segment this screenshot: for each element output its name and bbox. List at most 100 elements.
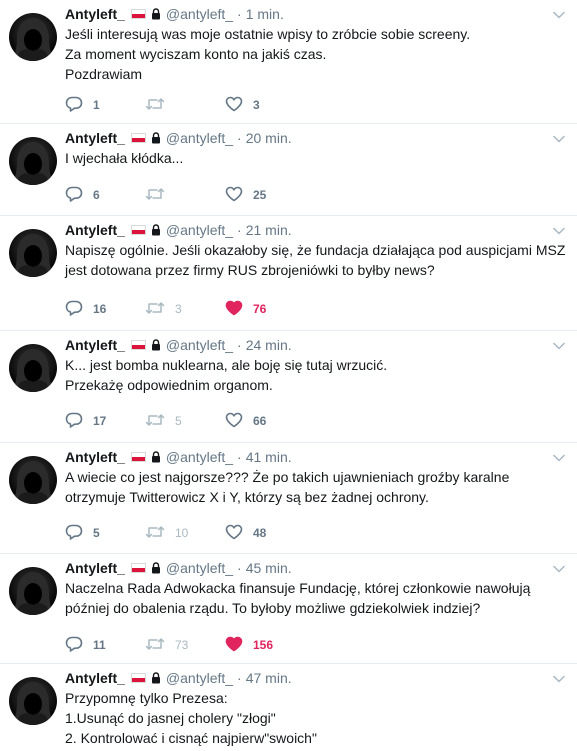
- reply-icon: [65, 186, 83, 205]
- retweet-button[interactable]: 10: [145, 524, 225, 542]
- account-name[interactable]: Antyleft_: [65, 130, 125, 146]
- tweet-actions: 5 10 48: [65, 524, 305, 542]
- retweet-icon: [145, 413, 165, 430]
- tweet-header: Antyleft_ @antyleft_ · 45 min.: [65, 558, 567, 578]
- retweet-button[interactable]: 5: [145, 412, 225, 430]
- like-button[interactable]: 66: [225, 412, 305, 430]
- poland-flag-icon: [130, 9, 146, 19]
- like-count: 76: [253, 302, 267, 316]
- like-button[interactable]: 76: [225, 300, 305, 318]
- retweet-button[interactable]: 73: [145, 636, 225, 654]
- retweet-icon: [145, 525, 165, 542]
- chevron-down-icon[interactable]: [553, 560, 565, 573]
- retweet-button[interactable]: 3: [145, 300, 225, 318]
- reply-button[interactable]: 11: [65, 636, 145, 654]
- heart-icon: [225, 412, 243, 431]
- reply-count: 16: [93, 302, 107, 316]
- retweet-button[interactable]: [145, 96, 225, 114]
- tweet-text-line: I wjechała kłódka...: [65, 150, 184, 166]
- tweet-timestamp[interactable]: 45 min.: [246, 560, 292, 576]
- chevron-down-icon[interactable]: [553, 222, 565, 235]
- account-handle[interactable]: @antyleft_: [166, 130, 233, 146]
- reply-button[interactable]: 5: [65, 524, 145, 542]
- tweet-timestamp[interactable]: 21 min.: [246, 222, 292, 238]
- account-name[interactable]: Antyleft_: [65, 670, 125, 686]
- account-handle[interactable]: @antyleft_: [166, 449, 233, 465]
- tweet-actions: 6 25: [65, 186, 305, 204]
- tweet-text-line: otrzymuje Twitterowicz X i Y, którzy są …: [65, 489, 429, 505]
- tweet-timestamp[interactable]: 1 min.: [246, 6, 284, 22]
- account-handle[interactable]: @antyleft_: [166, 670, 233, 686]
- lock-icon: [151, 672, 161, 684]
- reply-count: 11: [93, 638, 106, 652]
- account-name[interactable]: Antyleft_: [65, 6, 125, 22]
- tweet-content: Antyleft_ @antyleft_ · 21 min. Napiszę ogóln…: [65, 220, 567, 280]
- reply-count: 5: [93, 526, 100, 540]
- reply-button[interactable]: 6: [65, 186, 145, 204]
- reply-icon: [65, 300, 83, 319]
- tweet-content: Antyleft_ @antyleft_ · 20 min. I wjechała kł…: [65, 128, 567, 168]
- chevron-down-icon[interactable]: [553, 6, 565, 19]
- chevron-down-icon[interactable]: [553, 670, 565, 683]
- tweet-text-line: jest dotowana przez firmy RUS zbrojeniów…: [65, 262, 435, 278]
- reply-icon: [65, 636, 83, 655]
- heart-icon: [225, 186, 243, 205]
- like-count: 156: [253, 638, 274, 652]
- tweet-text-line: Przekażę odpowiednim organom.: [65, 377, 273, 393]
- account-name[interactable]: Antyleft_: [65, 560, 125, 576]
- reply-button[interactable]: 16: [65, 300, 145, 318]
- tweet-text: A wiecie co jest najgorsze??? Że po taki…: [65, 467, 567, 507]
- separator-dot: ·: [237, 670, 242, 686]
- tweet-actions: 16 3 76: [65, 300, 305, 318]
- tweet-timestamp[interactable]: 41 min.: [246, 449, 292, 465]
- account-handle[interactable]: @antyleft_: [166, 560, 233, 576]
- account-name[interactable]: Antyleft_: [65, 449, 125, 465]
- tweet[interactable]: Antyleft_ @antyleft_ · 47 min. Przypomnę tyl…: [0, 664, 577, 751]
- account-name[interactable]: Antyleft_: [65, 222, 125, 238]
- account-handle[interactable]: @antyleft_: [166, 6, 233, 22]
- tweet-timestamp[interactable]: 24 min.: [246, 337, 292, 353]
- retweet-count: 3: [175, 302, 182, 316]
- like-button[interactable]: 156: [225, 636, 305, 654]
- chevron-down-icon[interactable]: [553, 449, 565, 462]
- retweet-button[interactable]: [145, 186, 225, 204]
- lock-icon: [151, 451, 161, 463]
- avatar[interactable]: [9, 567, 57, 615]
- tweet-content: Antyleft_ @antyleft_ · 1 min. Jeśli interesu…: [65, 4, 567, 84]
- like-button[interactable]: 25: [225, 186, 305, 204]
- poland-flag-icon: [130, 340, 146, 350]
- like-count: 3: [253, 98, 260, 112]
- account-name[interactable]: Antyleft_: [65, 337, 125, 353]
- avatar[interactable]: [9, 456, 57, 504]
- reply-button[interactable]: 1: [65, 96, 145, 114]
- tweet-header: Antyleft_ @antyleft_ · 47 min.: [65, 668, 567, 688]
- account-handle[interactable]: @antyleft_: [166, 222, 233, 238]
- reply-count: 17: [93, 414, 107, 428]
- avatar[interactable]: [9, 13, 57, 61]
- avatar[interactable]: [9, 229, 57, 277]
- poland-flag-icon: [130, 133, 146, 143]
- avatar[interactable]: [9, 677, 57, 725]
- account-handle[interactable]: @antyleft_: [166, 337, 233, 353]
- like-count: 25: [253, 188, 267, 202]
- chevron-down-icon[interactable]: [553, 130, 565, 143]
- tweet-content: Antyleft_ @antyleft_ · 47 min. Przypomnę tyl…: [65, 668, 567, 748]
- avatar[interactable]: [9, 137, 57, 185]
- retweet-count: 10: [175, 526, 189, 540]
- reply-icon: [65, 96, 83, 115]
- avatar[interactable]: [9, 344, 57, 392]
- chevron-down-icon[interactable]: [553, 337, 565, 350]
- like-button[interactable]: 48: [225, 524, 305, 542]
- reply-button[interactable]: 17: [65, 412, 145, 430]
- tweet-content: Antyleft_ @antyleft_ · 45 min. Naczelna Rada…: [65, 558, 567, 618]
- heart-icon: [225, 636, 243, 655]
- tweet-timestamp[interactable]: 47 min.: [246, 670, 292, 686]
- tweet-text-line: 1.Usunąć do jasnej cholery "złogi": [65, 710, 276, 726]
- like-button[interactable]: 3: [225, 96, 305, 114]
- reply-count: 1: [93, 98, 100, 112]
- tweet-timestamp[interactable]: 20 min.: [246, 130, 292, 146]
- tweet-text-line: A wiecie co jest najgorsze??? Że po taki…: [65, 469, 510, 485]
- tweet-text-line: K... jest bomba nuklearna, ale boję się …: [65, 357, 388, 373]
- separator-dot: ·: [237, 449, 242, 465]
- like-count: 48: [253, 526, 267, 540]
